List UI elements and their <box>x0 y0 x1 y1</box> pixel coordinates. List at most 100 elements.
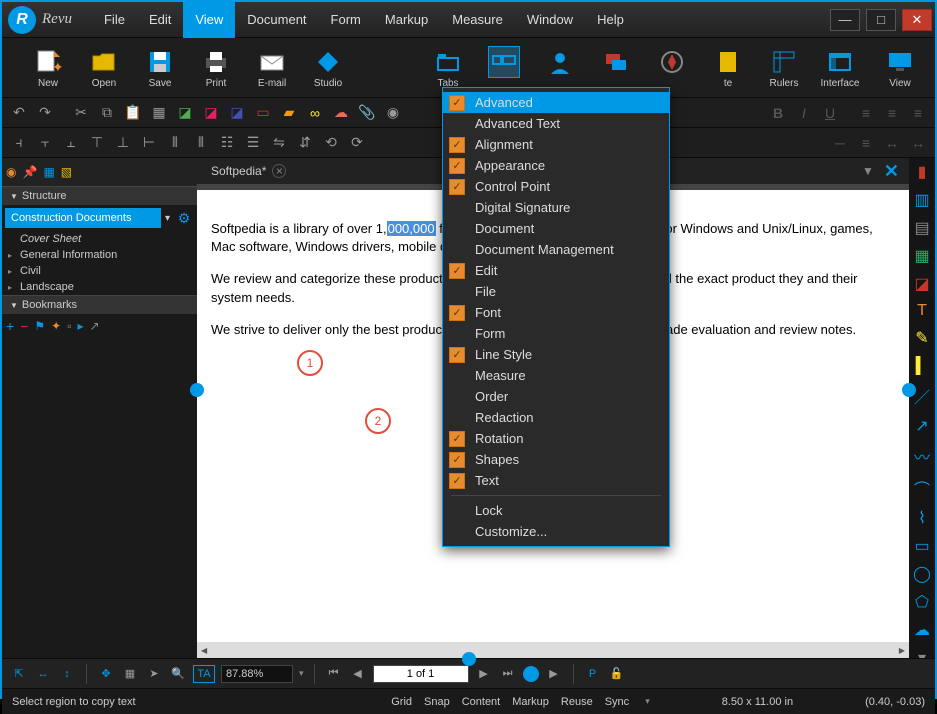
prev-page-icon[interactable]: ◀ <box>349 665 367 683</box>
last-page-icon[interactable]: ⏭ <box>499 665 517 683</box>
pan-icon[interactable]: ✥ <box>97 665 115 683</box>
cut-icon[interactable]: ✂ <box>70 102 92 124</box>
remove-icon[interactable]: − <box>20 318 28 334</box>
cursor-icon[interactable]: ➤ <box>145 665 163 683</box>
horizontal-scrollbar[interactable] <box>197 642 909 658</box>
redo-icon[interactable]: ↷ <box>34 102 56 124</box>
polyline-icon[interactable]: ⌇ <box>918 508 926 528</box>
menubar-item-measure[interactable]: Measure <box>440 2 515 38</box>
box-tab-icon[interactable]: ▧ <box>61 165 72 179</box>
arrow-icon[interactable]: ↔ <box>907 132 929 154</box>
menubar-item-form[interactable]: Form <box>319 2 373 38</box>
tree-item[interactable]: ▸Landscape <box>2 279 197 295</box>
markup-marker[interactable]: 1 <box>297 350 323 376</box>
align-icon[interactable]: ⊤ <box>86 132 108 154</box>
grid-tab-icon[interactable]: ▦ <box>43 165 54 179</box>
menu-item-font[interactable]: ✓Font <box>443 302 669 323</box>
rotate-icon[interactable]: ⟲ <box>320 132 342 154</box>
status-toggle-content[interactable]: Content <box>462 696 501 708</box>
attach-icon[interactable]: 📎 <box>356 102 378 124</box>
structure-header[interactable]: ▼ Structure <box>2 186 197 205</box>
menu-item-shapes[interactable]: ✓Shapes <box>443 449 669 470</box>
menu-item-alignment[interactable]: ✓Alignment <box>443 134 669 155</box>
tool-icon[interactable]: ▥ <box>914 190 929 210</box>
align-icon[interactable]: ⫟ <box>34 132 56 154</box>
cloud-icon[interactable]: ☁ <box>330 102 352 124</box>
next-page-icon[interactable]: ▶ <box>475 665 493 683</box>
close-all-icon[interactable]: ✕ <box>884 161 899 182</box>
markup-marker[interactable]: 2 <box>365 408 391 434</box>
arrow-icon[interactable]: ↔ <box>881 132 903 154</box>
thumbnail-tab-icon[interactable]: ◉ <box>6 165 16 179</box>
close-tab-icon[interactable]: × <box>272 164 286 178</box>
first-page-icon[interactable]: ⏮ <box>325 665 343 683</box>
align-right-icon[interactable]: ≡ <box>907 102 929 124</box>
structure-dropdown[interactable] <box>5 208 161 228</box>
status-toggle-snap[interactable]: Snap <box>424 696 450 708</box>
menu-item-line-style[interactable]: ✓Line Style <box>443 344 669 365</box>
toolbar-print[interactable]: Print <box>190 46 242 89</box>
menubar-item-markup[interactable]: Markup <box>373 2 440 38</box>
tool-icon[interactable]: ▮ <box>918 162 927 182</box>
maximize-button[interactable]: □ <box>866 9 896 31</box>
toolbar-interface[interactable]: Interface <box>814 46 866 89</box>
status-toggle-reuse[interactable]: Reuse <box>561 696 593 708</box>
gear-icon[interactable]: ⚙ <box>174 208 194 228</box>
pen-icon[interactable]: ✎ <box>915 328 928 348</box>
unlock-icon[interactable]: 🔓 <box>608 665 626 683</box>
highlighter-icon[interactable]: ▍ <box>916 356 928 376</box>
menubar-item-file[interactable]: File <box>92 2 137 38</box>
distr-icon[interactable]: ⦀ <box>164 132 186 154</box>
status-toggle-markup[interactable]: Markup <box>512 696 549 708</box>
toolbar-tabs[interactable]: Tabs <box>422 46 474 89</box>
toolbar-save[interactable]: Save <box>134 46 186 89</box>
align-center-icon[interactable]: ≡ <box>881 102 903 124</box>
flip-icon[interactable]: ⇵ <box>294 132 316 154</box>
parking-icon[interactable]: P <box>584 665 602 683</box>
tool-icon[interactable]: ◪ <box>914 274 929 294</box>
menu-item-control-point[interactable]: ✓Control Point <box>443 176 669 197</box>
align-icon[interactable]: ⊥ <box>112 132 134 154</box>
split-handle-bottom[interactable] <box>462 652 476 666</box>
status-toggle-grid[interactable]: Grid <box>391 696 412 708</box>
toolbar-monitor[interactable]: View <box>874 46 926 89</box>
align-icon[interactable]: ⊢ <box>138 132 160 154</box>
distr-icon[interactable]: ⦀ <box>190 132 212 154</box>
arc-icon[interactable]: ⌒ <box>914 476 930 500</box>
split-handle-right[interactable] <box>902 383 916 397</box>
prev-view-icon[interactable] <box>523 666 539 682</box>
curve-icon[interactable]: 〰 <box>914 444 930 468</box>
linestyle-icon[interactable]: ─ <box>829 132 851 154</box>
linestyle-icon[interactable]: ≡ <box>855 132 877 154</box>
italic-icon[interactable]: I <box>793 102 815 124</box>
menu-item-form[interactable]: Form <box>443 323 669 344</box>
color1-icon[interactable]: ◪ <box>174 102 196 124</box>
toolbar-studio[interactable]: Studio <box>302 46 354 89</box>
snapshot-icon[interactable]: ◉ <box>382 102 404 124</box>
zoom-icon[interactable]: 🔍 <box>169 665 187 683</box>
close-button[interactable]: ✕ <box>902 9 932 31</box>
link-icon[interactable]: ∞ <box>304 102 326 124</box>
split-handle-left[interactable] <box>190 383 204 397</box>
toolbar-rulers[interactable]: Rulers <box>758 46 810 89</box>
underline-icon[interactable]: U <box>819 102 841 124</box>
menubar-item-view[interactable]: View <box>183 2 235 38</box>
toolbar-email[interactable]: E-mail <box>246 46 298 89</box>
distr-icon[interactable]: ☷ <box>216 132 238 154</box>
tool-icon[interactable]: ▦ <box>914 246 929 266</box>
toolbar-file-new[interactable]: ✦New <box>22 46 74 89</box>
toolbar-compass[interactable] <box>646 46 698 89</box>
toolbar-profile[interactable] <box>534 46 586 89</box>
toolbar-gear[interactable]: Settings <box>930 46 937 89</box>
status-toggle-sync[interactable]: Sync <box>605 696 629 708</box>
redact-icon[interactable]: ▭ <box>252 102 274 124</box>
menu-item-advanced-text[interactable]: Advanced Text <box>443 113 669 134</box>
copy-icon[interactable]: ⧉ <box>96 102 118 124</box>
menu-item-order[interactable]: Order <box>443 386 669 407</box>
add-icon[interactable]: + <box>6 318 14 334</box>
tool-icon[interactable]: T <box>917 302 927 320</box>
menubar-item-window[interactable]: Window <box>515 2 585 38</box>
fit-page-icon[interactable]: ⇱ <box>10 665 28 683</box>
menu-item-document[interactable]: Document <box>443 218 669 239</box>
fit-width-icon[interactable]: ↔ <box>34 665 52 683</box>
